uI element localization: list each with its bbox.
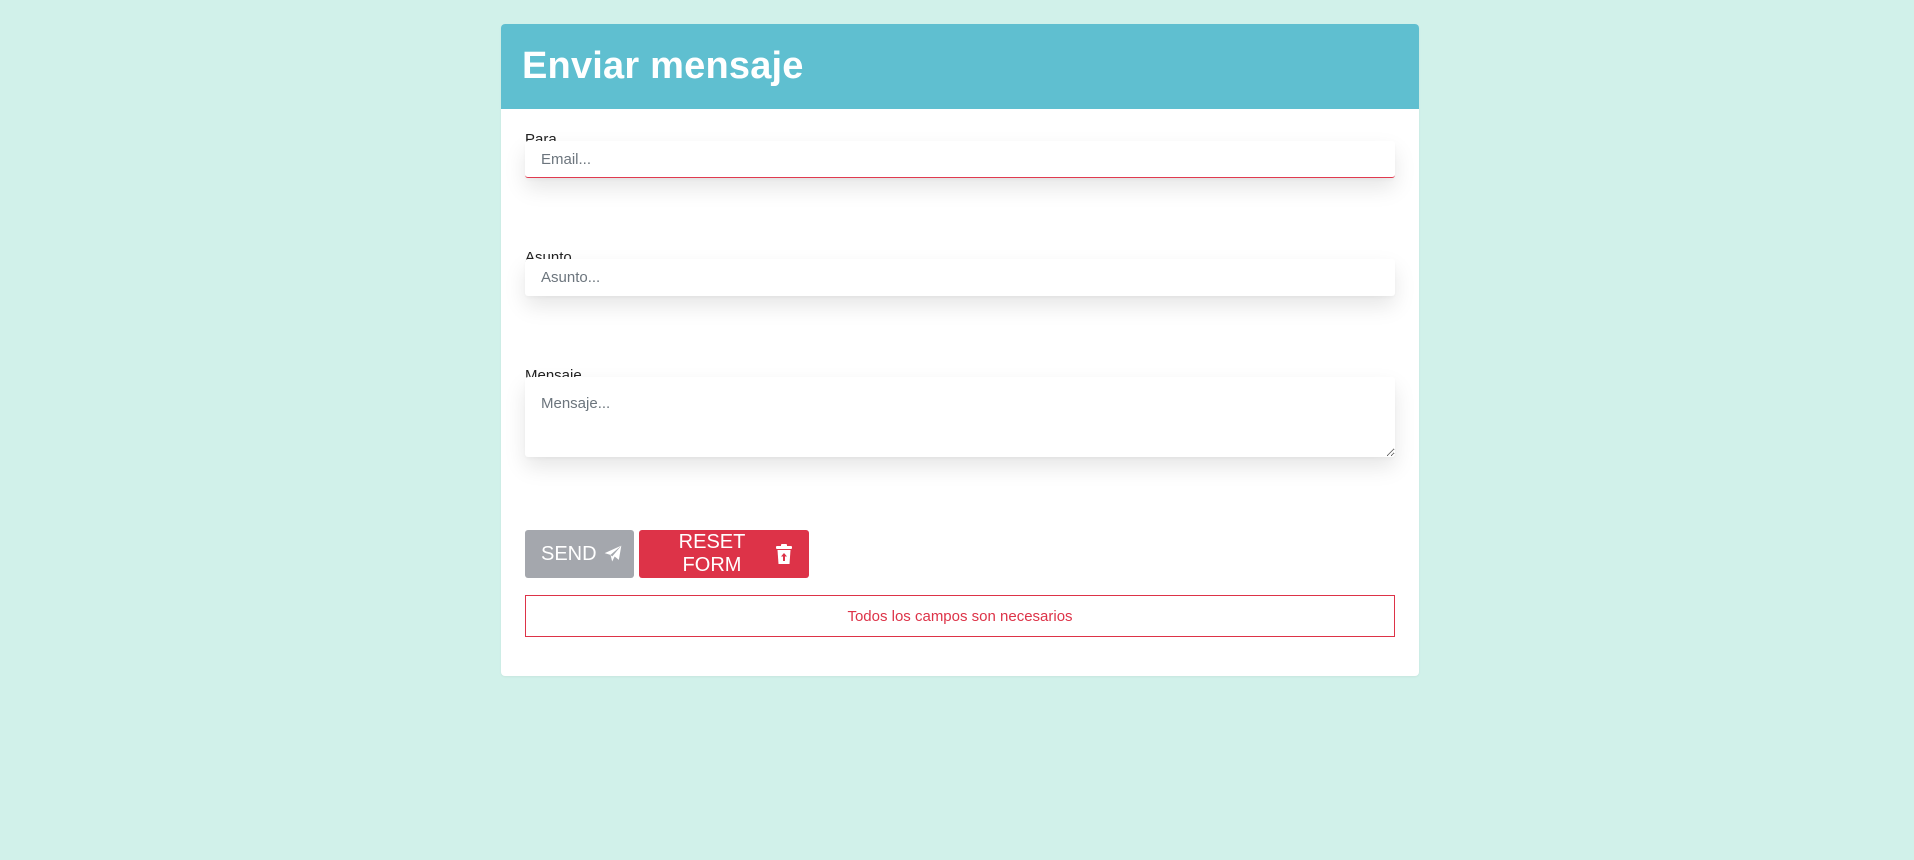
send-button-label: SEND [541,542,597,565]
email-field[interactable] [525,141,1395,178]
send-button[interactable]: SEND [525,530,634,578]
page-title: Enviar mensaje [522,45,804,87]
card-header: Enviar mensaje [501,24,1419,109]
message-form-card: Enviar mensaje Para Asunto Mensaje SEND … [501,24,1419,676]
message-textarea[interactable] [525,377,1395,457]
subject-field[interactable] [525,259,1395,296]
reset-button-label: RESET FORM [678,531,746,576]
reset-form-button[interactable]: RESET FORM [639,530,809,578]
paper-plane-icon [603,544,623,564]
trash-icon [775,544,793,564]
validation-error-alert: Todos los campos son necesarios [525,595,1395,637]
